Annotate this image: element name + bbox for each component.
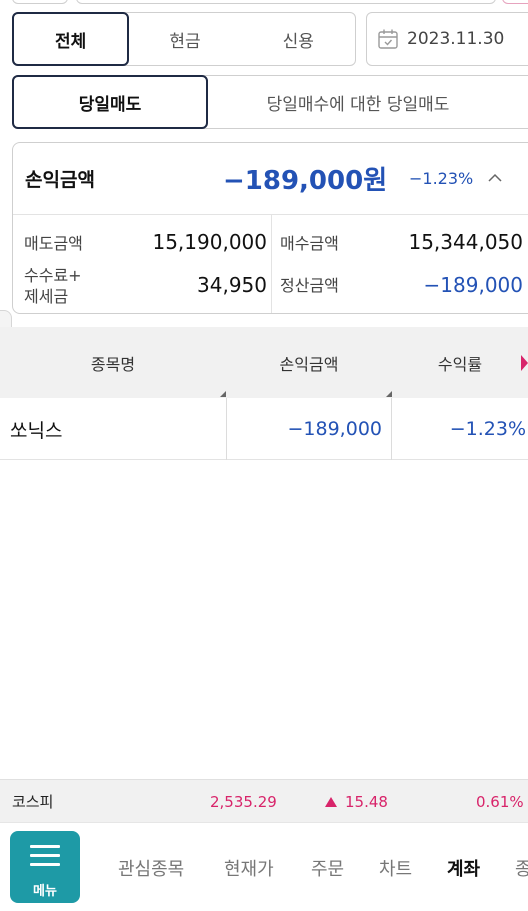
row-pl: −189,000	[287, 418, 383, 440]
index-change: 15.48	[325, 780, 388, 823]
segment-day-sell-of-day-buy[interactable]: 당일매수에 대한 당일매도	[207, 76, 528, 128]
bottom-nav: 메뉴 관심종목 현재가 주문 차트 계좌 종	[0, 822, 528, 911]
index-rate: 0.61%	[476, 792, 524, 811]
summary-divider	[271, 215, 272, 313]
col-pl[interactable]: 손익금액	[226, 327, 392, 398]
nav-watchlist[interactable]: 관심종목	[118, 823, 184, 911]
buy-amount-value: 15,344,050	[408, 230, 523, 254]
nav-chart[interactable]: 차트	[379, 823, 412, 911]
row-rate: −1.23%	[449, 418, 526, 440]
chevron-up-icon[interactable]	[487, 171, 503, 187]
top-cropped-control	[12, 0, 68, 4]
pl-amount: −189,000원	[223, 166, 388, 196]
date-value: 2023.11.30	[407, 29, 505, 49]
nav-current-price[interactable]: 현재가	[224, 823, 274, 911]
fee-tax-value: 34,950	[197, 273, 267, 297]
scroll-right-icon[interactable]	[521, 355, 528, 371]
col-name[interactable]: 종목명	[0, 327, 226, 398]
settle-value: −189,000	[423, 273, 523, 297]
top-cropped-button	[502, 0, 528, 4]
menu-button[interactable]: 메뉴	[10, 831, 80, 903]
sell-amount-value: 15,190,000	[152, 230, 267, 254]
buy-amount-label: 매수금액	[280, 234, 339, 253]
market-ticker[interactable]: 코스피 2,535.29 15.48 0.61%	[0, 779, 528, 822]
col-rate[interactable]: 수익률	[392, 327, 528, 398]
summary-header[interactable]: 손익금액 −189,000원 −1.23%	[13, 143, 528, 215]
fee-tax-label-line1: 수수료+	[24, 266, 82, 285]
menu-label: 메뉴	[33, 884, 57, 899]
nav-account[interactable]: 계좌	[447, 823, 480, 911]
segment-day-sell[interactable]: 당일매도	[12, 75, 208, 129]
index-value: 2,535.29	[210, 792, 277, 811]
nav-cropped-item[interactable]: 종	[515, 823, 528, 911]
sell-type-segment: 당일매도 당일매수에 대한 당일매도	[12, 75, 528, 129]
table-row[interactable]: 쏘닉스 −189,000 −1.23%	[0, 398, 528, 460]
segment-credit[interactable]: 신용	[242, 13, 355, 65]
table-header: 종목명 손익금액 수익률	[0, 327, 528, 398]
pl-label: 손익금액	[25, 169, 95, 191]
summary-card: 손익금액 −189,000원 −1.23% 매도금액 15,190,000 매수…	[12, 142, 528, 314]
hamburger-icon	[30, 845, 60, 872]
settle-label: 정산금액	[280, 276, 339, 295]
segment-cash[interactable]: 현금	[128, 13, 241, 65]
fee-tax-label-line2: 제세금	[24, 287, 69, 306]
pl-rate: −1.23%	[409, 169, 474, 188]
index-name: 코스피	[12, 793, 54, 811]
date-picker[interactable]: 2023.11.30	[366, 12, 528, 66]
screen: 전체 현금 신용 2023.11.30 당일매도 당일매수에 대한 당일매도 손…	[0, 0, 528, 911]
fee-tax-label: 수수료+ 제세금	[24, 265, 82, 307]
row-name: 쏘닉스	[10, 419, 63, 442]
index-change-value: 15.48	[345, 792, 388, 811]
account-type-segment: 전체 현금 신용	[12, 12, 356, 66]
calendar-icon	[378, 29, 398, 49]
segment-all[interactable]: 전체	[12, 12, 130, 66]
sell-amount-label: 매도금액	[24, 234, 83, 253]
summary-grid: 매도금액 15,190,000 매수금액 15,344,050 수수료+ 제세금…	[13, 215, 528, 313]
top-cropped-field	[76, 0, 496, 4]
up-triangle-icon	[325, 796, 337, 807]
nav-order[interactable]: 주문	[311, 823, 344, 911]
